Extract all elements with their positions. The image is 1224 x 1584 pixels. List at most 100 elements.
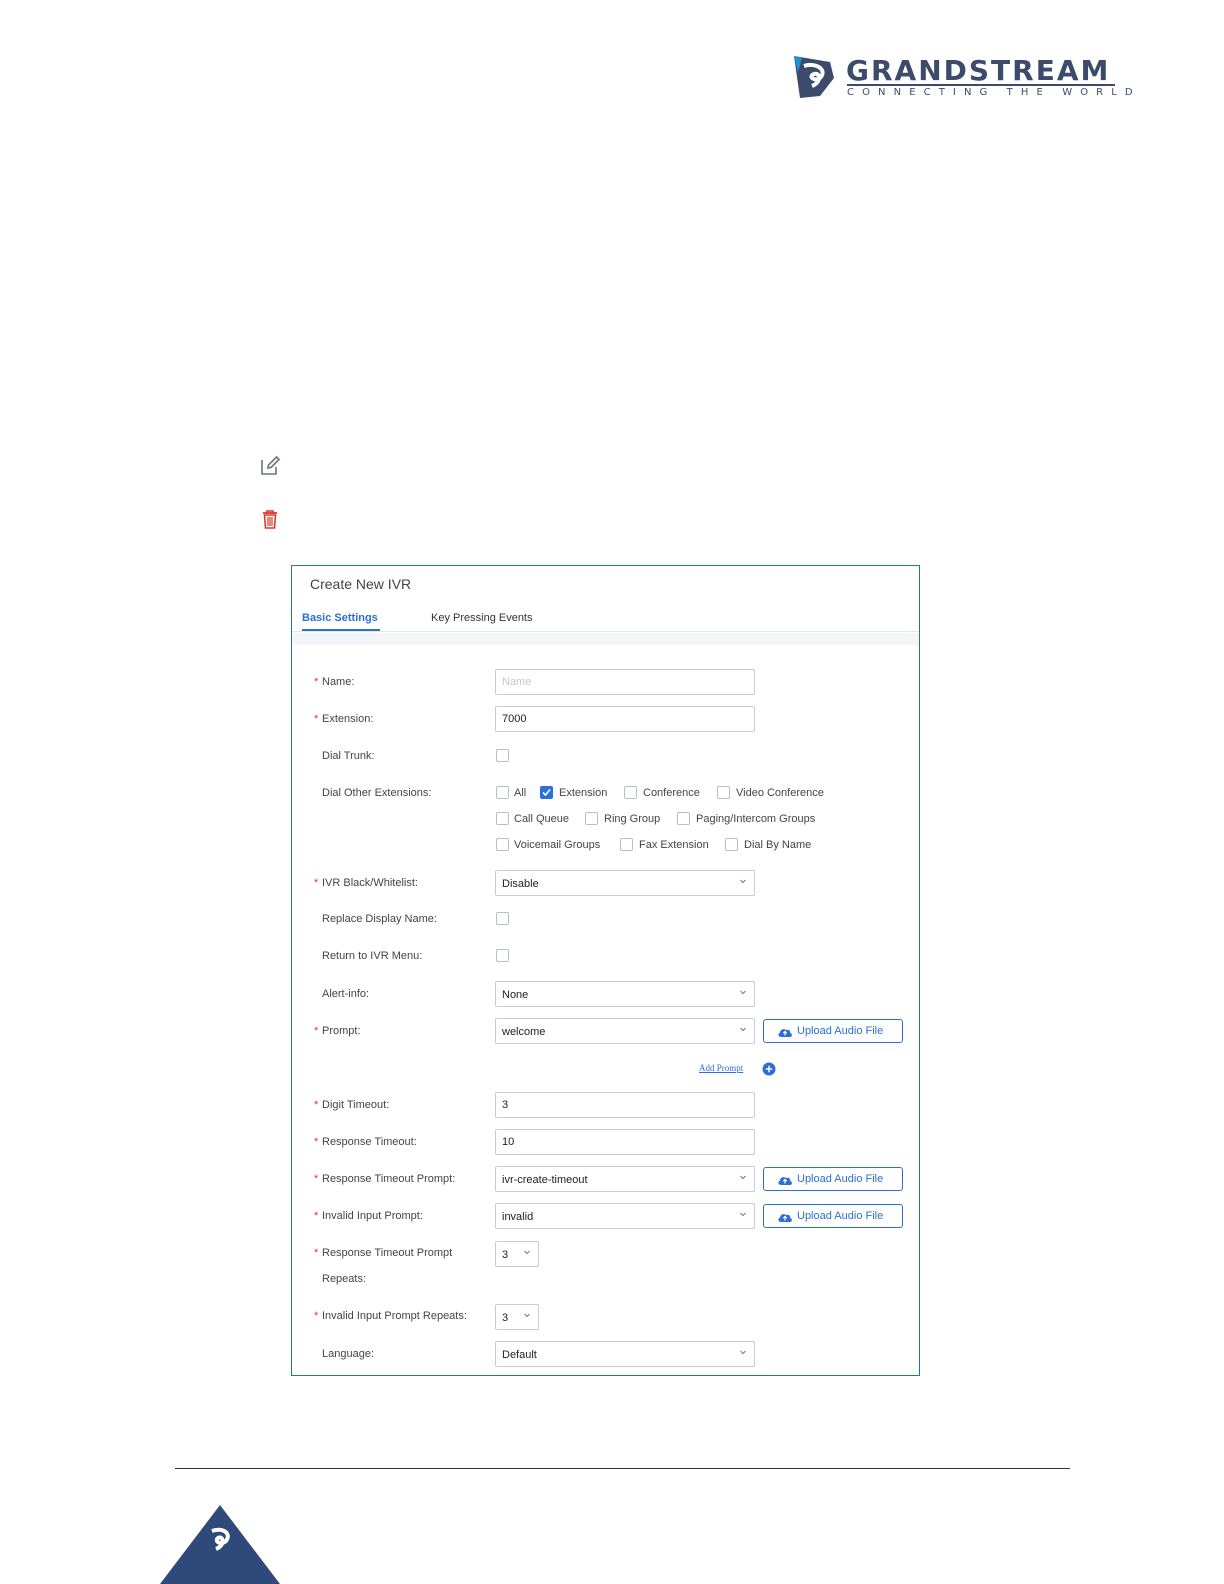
add-circle-icon[interactable] — [762, 1062, 776, 1076]
logo-tagline: CONNECTING THE WORLD — [847, 87, 1141, 98]
dialog-title: Create New IVR — [310, 576, 412, 592]
tab-bar: Basic Settings Key Pressing Events — [292, 606, 919, 632]
extension-input[interactable] — [495, 706, 755, 732]
content-top-shade — [292, 633, 919, 645]
add-prompt-link[interactable]: Add Prompt — [699, 1063, 743, 1073]
required-mark: * — [314, 1173, 319, 1185]
checkbox-voicemail-groups-label: Voicemail Groups — [514, 839, 601, 851]
cloud-upload-icon — [778, 1177, 792, 1185]
alert-info-select[interactable]: None — [495, 981, 755, 1007]
name-label: Name: — [322, 676, 355, 688]
create-ivr-dialog: Create New IVR Basic Settings Key Pressi… — [291, 565, 920, 1376]
invalid-input-repeats-select[interactable]: 3 — [495, 1304, 539, 1330]
invalid-input-prompt-value: invalid — [502, 1211, 534, 1223]
footer-divider — [175, 1468, 1070, 1469]
required-mark: * — [314, 1310, 319, 1322]
tab-basic-settings[interactable]: Basic Settings — [302, 612, 378, 624]
alert-info-value: None — [502, 989, 529, 1001]
replace-display-name-checkbox[interactable] — [496, 912, 509, 925]
invalid-input-repeats-label: Invalid Input Prompt Repeats: — [322, 1310, 467, 1322]
language-value: Default — [502, 1349, 537, 1361]
required-mark: * — [314, 1136, 319, 1148]
tab-key-pressing-events[interactable]: Key Pressing Events — [431, 612, 533, 624]
response-timeout-input[interactable] — [495, 1129, 755, 1155]
chevron-down-icon — [740, 1175, 746, 1180]
dial-trunk-checkbox[interactable] — [496, 749, 509, 762]
checkbox-fax-extension-label: Fax Extension — [639, 839, 709, 851]
response-timeout-prompt-value: ivr-create-timeout — [502, 1174, 588, 1186]
active-tab-indicator — [302, 629, 380, 631]
required-mark: * — [314, 1210, 319, 1222]
name-input[interactable] — [495, 669, 755, 695]
upload-audio-label: Upload Audio File — [797, 1025, 884, 1037]
checkbox-all[interactable] — [496, 786, 509, 799]
chevron-down-icon — [524, 1313, 530, 1318]
upload-audio-label: Upload Audio File — [797, 1210, 884, 1222]
prompt-label: Prompt: — [322, 1025, 361, 1037]
required-mark: * — [314, 1025, 319, 1037]
checkbox-dial-by-name[interactable] — [725, 838, 738, 851]
checkbox-video-conference-label: Video Conference — [736, 787, 824, 799]
digit-timeout-label: Digit Timeout: — [322, 1099, 390, 1111]
chevron-down-icon — [740, 1350, 746, 1355]
checkbox-call-queue[interactable] — [496, 812, 509, 825]
trash-icon[interactable] — [259, 508, 281, 530]
digit-timeout-input[interactable] — [495, 1092, 755, 1118]
grandstream-logo: GRANDSTREAM CONNECTING THE WORLD — [790, 52, 1133, 104]
return-to-ivr-menu-checkbox[interactable] — [496, 949, 509, 962]
alert-info-label: Alert-info: — [322, 988, 370, 1000]
checkbox-fax-extension[interactable] — [620, 838, 633, 851]
checkbox-video-conference[interactable] — [717, 786, 730, 799]
logo-wordmark: GRANDSTREAM — [846, 54, 1111, 87]
return-to-ivr-menu-label: Return to IVR Menu: — [322, 950, 423, 962]
upload-audio-button-timeout[interactable]: Upload Audio File — [763, 1167, 903, 1191]
response-timeout-label: Response Timeout: — [322, 1136, 417, 1148]
chevron-down-icon — [740, 1212, 746, 1217]
checkbox-all-label: All — [514, 787, 527, 799]
response-timeout-repeats-label-line2: Repeats: — [322, 1273, 367, 1285]
chevron-down-icon — [524, 1250, 530, 1255]
checkbox-voicemail-groups[interactable] — [496, 838, 509, 851]
cloud-upload-icon — [778, 1029, 792, 1037]
checkbox-extension[interactable] — [540, 786, 553, 799]
invalid-input-prompt-select[interactable]: invalid — [495, 1203, 755, 1229]
invalid-input-prompt-label: Invalid Input Prompt: — [322, 1210, 423, 1222]
dial-other-extensions-label: Dial Other Extensions: — [322, 787, 432, 799]
ivr-blacklist-value: Disable — [502, 878, 539, 890]
edit-icon[interactable] — [259, 455, 281, 477]
replace-display-name-label: Replace Display Name: — [322, 913, 437, 925]
required-mark: * — [314, 1247, 319, 1259]
checkbox-extension-label: Extension — [559, 787, 608, 799]
language-select[interactable]: Default — [495, 1341, 755, 1367]
required-mark: * — [314, 1099, 319, 1111]
check-icon — [542, 788, 551, 797]
dial-trunk-label: Dial Trunk: — [322, 750, 375, 762]
response-timeout-repeats-value: 3 — [502, 1249, 509, 1261]
checkbox-conference-label: Conference — [643, 787, 700, 799]
footer-logo-icon — [160, 1505, 280, 1584]
checkbox-dial-by-name-label: Dial By Name — [744, 839, 812, 851]
chevron-down-icon — [740, 990, 746, 995]
required-mark: * — [314, 877, 319, 889]
checkbox-ring-group-label: Ring Group — [604, 813, 661, 825]
chevron-down-icon — [740, 879, 746, 884]
response-timeout-repeats-select[interactable]: 3 — [495, 1241, 539, 1267]
prompt-select[interactable]: welcome — [495, 1018, 755, 1044]
extension-label: Extension: — [322, 713, 374, 725]
checkbox-conference[interactable] — [624, 786, 637, 799]
logo-mark-icon — [794, 56, 834, 98]
logo-underline — [847, 84, 1115, 86]
checkbox-ring-group[interactable] — [585, 812, 598, 825]
response-timeout-prompt-label: Response Timeout Prompt: — [322, 1173, 456, 1185]
upload-audio-label: Upload Audio File — [797, 1173, 884, 1185]
checkbox-paging-intercom[interactable] — [677, 812, 690, 825]
upload-audio-button-invalid[interactable]: Upload Audio File — [763, 1204, 903, 1228]
response-timeout-prompt-select[interactable]: ivr-create-timeout — [495, 1166, 755, 1192]
language-label: Language: — [322, 1348, 375, 1360]
required-mark: * — [314, 713, 319, 725]
chevron-down-icon — [740, 1027, 746, 1032]
upload-audio-button-prompt[interactable]: Upload Audio File — [763, 1019, 903, 1043]
required-mark: * — [314, 676, 319, 688]
ivr-blacklist-select[interactable]: Disable — [495, 870, 755, 896]
response-timeout-repeats-label-line1: Response Timeout Prompt — [322, 1247, 453, 1259]
